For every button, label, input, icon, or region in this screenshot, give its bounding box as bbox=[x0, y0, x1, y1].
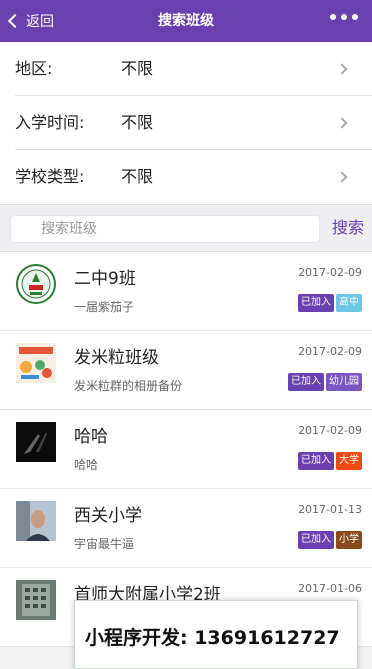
joined-badge: 已加入 bbox=[288, 373, 324, 391]
filter-label: 学校类型: bbox=[15, 167, 85, 186]
class-date: 2017-02-09 bbox=[298, 266, 362, 279]
filter-label: 入学时间: bbox=[15, 113, 85, 132]
class-list: 二中9班 一届紫茄子 2017-02-09 已加入 高中 发米粒班级 发米粒群的… bbox=[0, 252, 372, 647]
joined-badge: 已加入 bbox=[298, 531, 334, 549]
person-photo-icon bbox=[16, 501, 56, 541]
level-badge: 高中 bbox=[336, 294, 362, 312]
filter-school-type[interactable]: 学校类型: 不限 bbox=[15, 150, 372, 204]
filter-value: 不限 bbox=[121, 59, 154, 78]
class-desc: 一届紫茄子 bbox=[74, 300, 135, 314]
chevron-right-icon bbox=[336, 171, 348, 183]
top-bar: 返回 搜索班级 bbox=[0, 0, 372, 42]
popup-text: 小程序开发: 13691612727 bbox=[85, 627, 340, 649]
list-item[interactable]: 发米粒班级 发米粒群的相册备份 2017-02-09 已加入 幼儿园 bbox=[0, 331, 372, 410]
level-badge: 小学 bbox=[336, 531, 362, 549]
list-item[interactable]: 二中9班 一届紫茄子 2017-02-09 已加入 高中 bbox=[0, 252, 372, 331]
class-name: 发米粒班级 bbox=[74, 348, 159, 368]
class-date: 2017-02-09 bbox=[298, 345, 362, 358]
chevron-right-icon bbox=[336, 117, 348, 129]
kids-drawing-icon bbox=[16, 343, 56, 383]
class-date: 2017-01-13 bbox=[298, 503, 362, 516]
class-name: 哈哈 bbox=[74, 427, 108, 447]
developer-contact-popup: 小程序开发: 13691612727 bbox=[74, 600, 358, 669]
list-item[interactable]: 西关小学 宇宙最牛逼 2017-01-13 已加入 小学 bbox=[0, 489, 372, 568]
building-photo-icon bbox=[16, 580, 56, 620]
filter-value: 不限 bbox=[121, 113, 154, 132]
class-desc: 宇宙最牛逼 bbox=[74, 537, 135, 551]
search-button[interactable]: 搜索 bbox=[332, 205, 364, 251]
class-date: 2017-01-06 bbox=[298, 582, 362, 595]
level-badge: 幼儿园 bbox=[326, 373, 362, 391]
filter-enroll-time[interactable]: 入学时间: 不限 bbox=[15, 96, 372, 150]
class-name: 西关小学 bbox=[74, 506, 142, 526]
filter-label: 地区: bbox=[15, 59, 53, 78]
more-options-icon[interactable] bbox=[330, 14, 358, 20]
class-name: 二中9班 bbox=[74, 269, 136, 289]
class-desc: 哈哈 bbox=[74, 458, 99, 472]
search-bar: 搜索 bbox=[0, 204, 372, 252]
chevron-right-icon bbox=[336, 63, 348, 75]
dark-photo-icon bbox=[16, 422, 56, 462]
filter-panel: 地区: 不限 入学时间: 不限 学校类型: 不限 bbox=[0, 42, 372, 204]
joined-badge: 已加入 bbox=[298, 294, 334, 312]
level-badge: 大学 bbox=[336, 452, 362, 470]
search-input[interactable] bbox=[10, 215, 320, 243]
list-item[interactable]: 哈哈 哈哈 2017-02-09 已加入 大学 bbox=[0, 410, 372, 489]
filter-value: 不限 bbox=[121, 167, 154, 186]
filter-region[interactable]: 地区: 不限 bbox=[15, 42, 372, 96]
page-title: 搜索班级 bbox=[158, 13, 214, 29]
school-emblem-icon bbox=[16, 264, 56, 304]
joined-badge: 已加入 bbox=[298, 452, 334, 470]
class-date: 2017-02-09 bbox=[298, 424, 362, 437]
class-desc: 发米粒群的相册备份 bbox=[74, 379, 183, 393]
